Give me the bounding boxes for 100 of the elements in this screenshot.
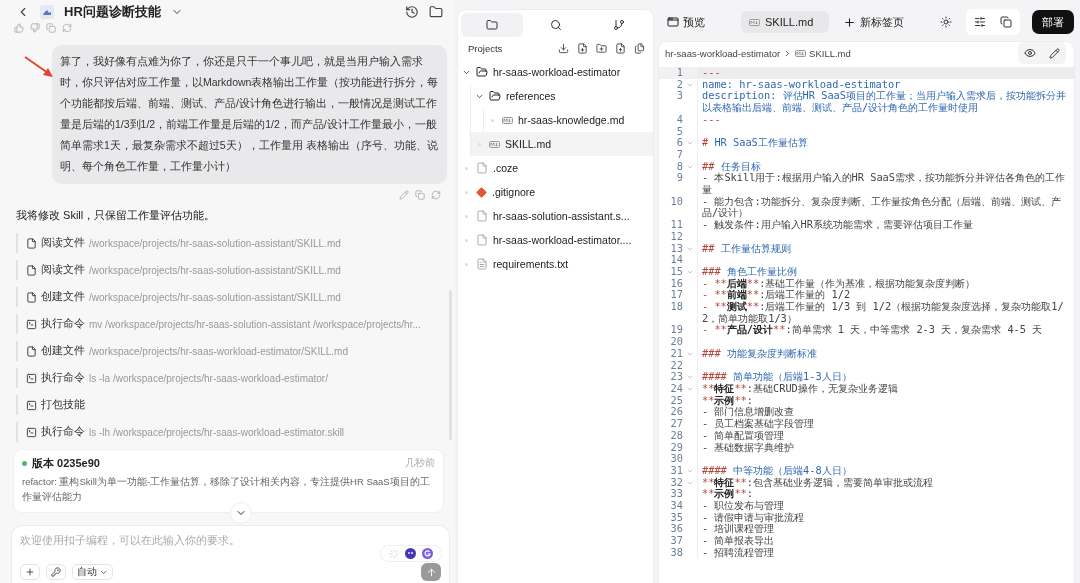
- folder-button[interactable]: [429, 4, 443, 19]
- copy-icon: [1000, 16, 1012, 28]
- line-number: 32: [669, 476, 683, 489]
- thumbs-down-icon: [30, 23, 40, 33]
- add-button[interactable]: [20, 564, 40, 580]
- code-line: - 员工档案基础字段管理: [697, 418, 1074, 430]
- line-number: 16: [669, 277, 683, 290]
- breadcrumb-folder[interactable]: hr-saas-workload-estimator: [665, 47, 781, 59]
- regenerate-button[interactable]: [62, 23, 72, 33]
- fold-icon[interactable]: [686, 385, 694, 393]
- model-logo-icon: [422, 548, 433, 559]
- code-line: ## 工作量估算规则: [697, 242, 1074, 255]
- projects-label: Projects: [468, 43, 503, 54]
- tree-item[interactable]: SKILL.md: [471, 132, 653, 156]
- file-tab[interactable]: SKILL.md: [741, 11, 829, 33]
- line-number: 15: [669, 265, 683, 278]
- branch-icon: [613, 19, 626, 31]
- tree-item[interactable]: .coze: [458, 156, 653, 180]
- tree-item[interactable]: .gitignore: [458, 180, 653, 204]
- tree-item[interactable]: hr-saas-knowledge.md: [484, 108, 653, 132]
- plus-icon: [843, 15, 856, 29]
- preview-button[interactable]: 预览: [663, 14, 709, 30]
- step-action: 执行命令: [41, 317, 85, 331]
- new-tab-button[interactable]: 新标签页: [837, 14, 910, 30]
- step-action: 阅读文件: [41, 263, 85, 277]
- copy-button[interactable]: [46, 23, 56, 33]
- terminal-icon: [26, 399, 37, 411]
- text-file-icon: [476, 258, 488, 270]
- tree-item[interactable]: hr-saas-solution-assistant.s...: [458, 204, 653, 228]
- line-number: 19: [669, 324, 683, 337]
- app-icon: [40, 4, 54, 19]
- line-number: 29: [669, 441, 683, 454]
- version-title: 版本 0235e90: [32, 456, 100, 471]
- key-button[interactable]: [46, 564, 66, 580]
- code-line: name: hr-saas-workload-estimator: [697, 78, 1074, 91]
- step-path: /workspace/projects/hr-saas-solution-assistant/SKILL.md: [89, 264, 341, 276]
- folder-icon: [489, 90, 501, 102]
- line-number: 8: [675, 160, 683, 173]
- message-input[interactable]: 欢迎使用扣子编程，可以在此输入你的要求。: [20, 534, 441, 546]
- step-action: 执行命令: [41, 371, 85, 385]
- history-icon: [405, 4, 419, 19]
- commit-message: refactor: 重构Skill为单一功能-工作量估算，移除了设计相关内容，专注提供HR SaaS项目的工作量评估能力: [22, 475, 431, 504]
- download-button[interactable]: [558, 43, 569, 54]
- tree-item[interactable]: hr-saas-workload-estimator....: [458, 228, 653, 252]
- breadcrumb-file[interactable]: SKILL.md: [809, 47, 851, 59]
- line-number: 37: [669, 535, 683, 547]
- tree-item[interactable]: references: [471, 84, 653, 108]
- code-line: ---: [697, 113, 1074, 126]
- code-line: - **后端**:基础工作量（作为基准，根据功能复杂度判断）: [697, 277, 1074, 290]
- status-dot: [22, 461, 27, 466]
- deploy-button[interactable]: 部署: [1032, 10, 1074, 34]
- step-path: /workspace/projects/hr-saas-workload-estimator/SKILL.md: [89, 345, 348, 357]
- refresh-icon: [431, 190, 441, 200]
- new-folder-button[interactable]: [596, 43, 607, 54]
- search-icon: [549, 19, 562, 31]
- file-icon: [476, 162, 488, 174]
- markdown-file-icon: [489, 140, 500, 148]
- key-icon: [51, 567, 61, 577]
- regenerate-button[interactable]: [431, 190, 441, 200]
- line-number: 33: [669, 488, 683, 500]
- assistant-message: 我将修改 Skill，只保留工作量评估功能。: [15, 208, 217, 223]
- line-number: 7: [675, 148, 683, 161]
- step-action: 创建文件: [41, 344, 85, 358]
- code-line: ### 角色工作量比例: [697, 265, 1074, 278]
- copy-icon: [415, 190, 425, 200]
- thumbs-up-icon: [14, 23, 24, 33]
- new-file-button[interactable]: [577, 43, 588, 54]
- step-path: /workspace/projects/hr-saas-solution-assistant/SKILL.md: [89, 291, 341, 303]
- code-line: ### 功能复杂度判断标准: [697, 347, 1074, 360]
- copy-button[interactable]: [415, 190, 425, 200]
- collapse-button[interactable]: [634, 43, 645, 54]
- line-number: 36: [669, 523, 683, 536]
- file-icon: [26, 345, 37, 357]
- download-icon: [558, 43, 569, 54]
- annotation-arrow: [24, 56, 54, 78]
- line-number: 34: [669, 500, 683, 512]
- tree-item[interactable]: requirements.txt: [458, 252, 653, 276]
- upload-button[interactable]: [615, 43, 626, 54]
- step-action: 创建文件: [41, 290, 85, 304]
- send-button[interactable]: [421, 563, 441, 581]
- arrow-up-icon: [425, 566, 437, 578]
- scroll-down-button[interactable]: [230, 502, 252, 524]
- line-number: 25: [669, 394, 683, 407]
- files-icon: [634, 43, 645, 54]
- code-line: - 职位发布与管理: [697, 500, 1074, 512]
- thumbs-down-button[interactable]: [30, 23, 40, 33]
- line-number: 21: [669, 347, 683, 360]
- explorer-tab[interactable]: [461, 13, 523, 37]
- file-icon: [26, 264, 37, 276]
- step-path: mv /workspace/projects/hr-saas-solution-assistant /workspace/projects/hr...: [89, 318, 421, 330]
- bullet-icon: [465, 166, 468, 170]
- bullet-icon: [465, 238, 468, 242]
- sliders-icon: [974, 16, 986, 28]
- folder-icon: [485, 19, 498, 31]
- line-number: 12: [669, 230, 683, 243]
- mode-dropdown[interactable]: 自动: [72, 564, 113, 580]
- line-number: 20: [669, 336, 683, 348]
- tree-item[interactable]: hr-saas-workload-estimator: [458, 60, 653, 84]
- thumbs-up-button[interactable]: [14, 23, 24, 33]
- history-button[interactable]: [405, 4, 419, 19]
